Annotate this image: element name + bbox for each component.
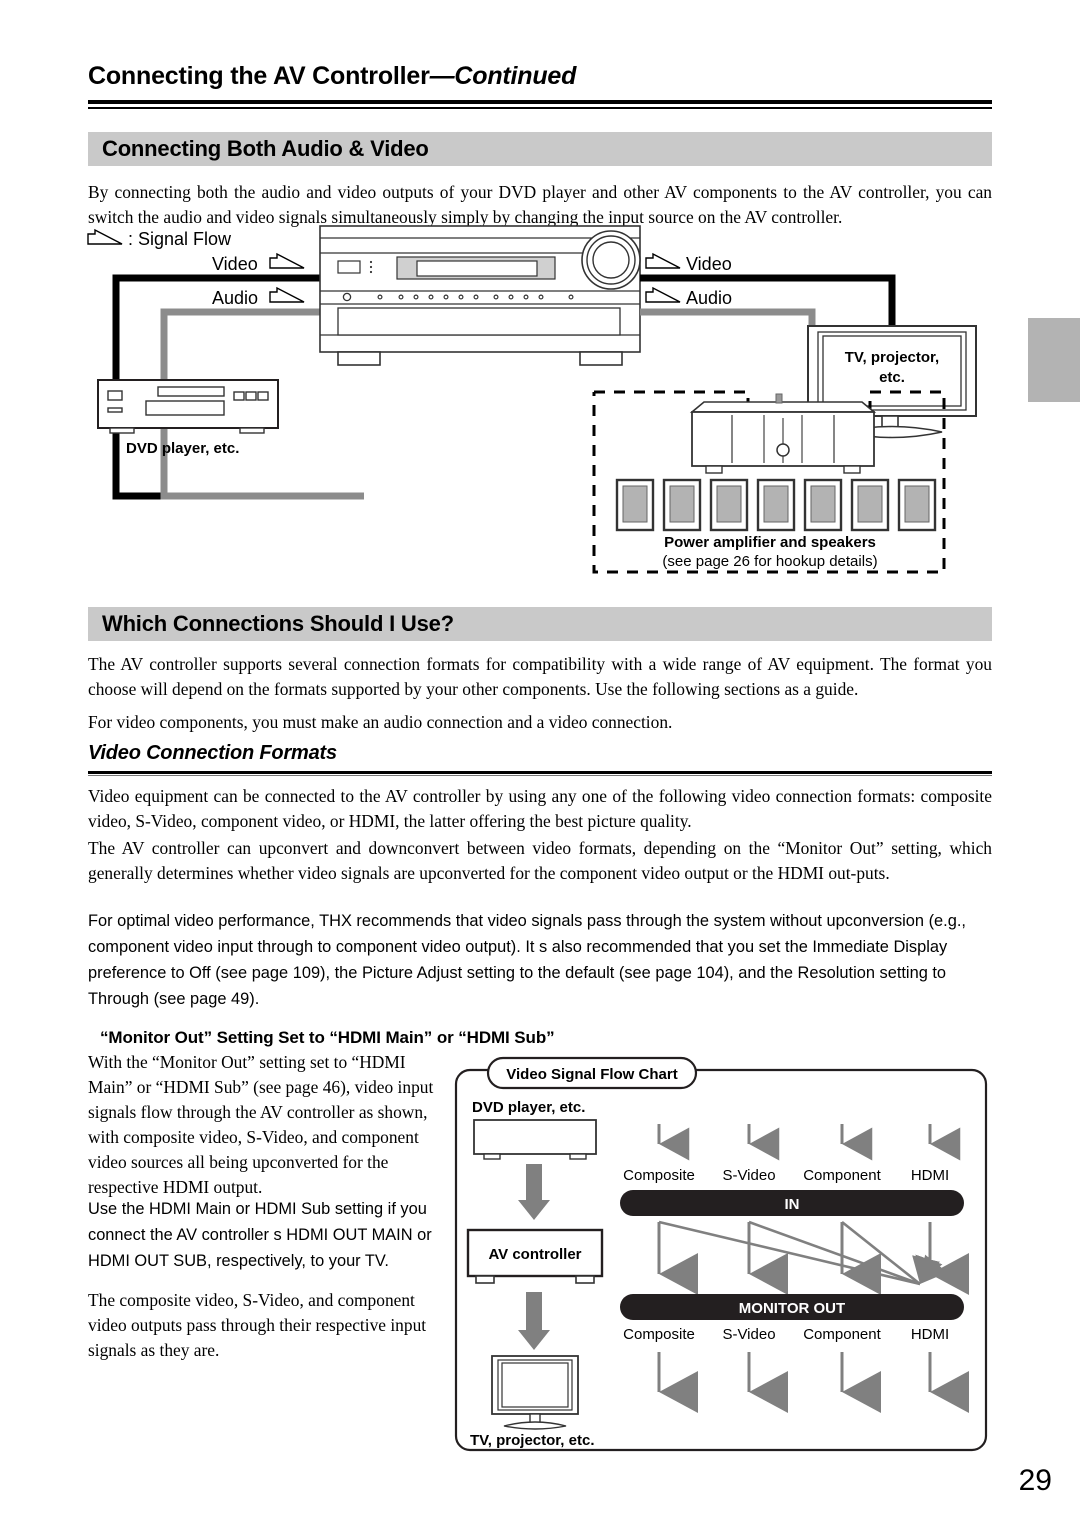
section-header-connecting-both: Connecting Both Audio & Video [88, 132, 992, 166]
legend-signal-flow: : Signal Flow [87, 229, 232, 249]
page-number: 29 [1018, 1464, 1052, 1497]
in-port-label-2: Component [803, 1167, 881, 1184]
running-head-title: Connecting the AV Controller [88, 62, 430, 90]
subhead-video-connection-formats: Video Connection Formats [88, 742, 337, 764]
audio-label-right: Audio [686, 288, 732, 308]
subhead-rule-thick [88, 771, 992, 774]
flow-passthrough-arrows [657, 1222, 969, 1295]
video-label-right: Video [686, 254, 732, 274]
flow-arrow-device-to-sink [518, 1292, 550, 1350]
flow-sink-label: TV, projector, etc. [470, 1432, 595, 1449]
flow-dvd-illustration [473, 1119, 597, 1160]
section2-paragraph-1: The AV controller supports several conne… [88, 654, 992, 699]
video-signal-flow-chart: Video Signal Flow Chart DVD player, etc.… [452, 1056, 992, 1456]
monitor-out-paragraph-b: Use the HDMI Main or HDMI Sub setting if… [88, 1200, 432, 1270]
power-amp-sublabel: (see page 26 for hookup details) [662, 553, 877, 570]
in-bar-label: IN [785, 1196, 800, 1213]
audio-label-left: Audio [212, 288, 258, 308]
monitor-out-bar-label: MONITOR OUT [739, 1300, 845, 1317]
av-receiver-illustration [319, 225, 641, 366]
in-port-label-1: S-Video [722, 1167, 775, 1184]
dvd-player-illustration [97, 379, 279, 434]
flow-in-feed-arrows [657, 1124, 961, 1161]
in-port-label-0: Composite [623, 1167, 695, 1184]
subhead-rule-thin [88, 775, 992, 776]
flow-upconvert-arrows [658, 1220, 948, 1286]
in-port-label-3: HDMI [911, 1167, 949, 1184]
tv-label-line1: TV, projector, [845, 349, 939, 366]
document-page: Connecting the AV Controller—Continued C… [0, 0, 1080, 1526]
flow-chart-title: Video Signal Flow Chart [506, 1066, 677, 1083]
flow-out-feed-arrows [657, 1352, 969, 1413]
section-title-2: Which Connections Should I Use? [102, 611, 454, 636]
svg-text:: Signal Flow: : Signal Flow [128, 229, 232, 249]
section2-paragraph-thx: For optimal video performance, THX recom… [88, 912, 966, 1008]
running-head: Connecting the AV Controller—Continued [88, 62, 992, 91]
video-label-left: Video [212, 254, 258, 274]
section2-paragraph-2: For video components, you must make an a… [88, 712, 673, 732]
out-port-label-1: S-Video [722, 1326, 775, 1343]
section-header-which-connections: Which Connections Should I Use? [88, 607, 992, 641]
monitor-out-paragraph-a: With the “Monitor Out” setting set to “H… [88, 1052, 434, 1197]
out-port-label-3: HDMI [911, 1326, 949, 1343]
section2-paragraph-4: The AV controller can upconvert and down… [88, 838, 992, 883]
monitor-out-paragraph-c: The composite video, S-Video, and compon… [88, 1290, 427, 1360]
power-amp-label: Power amplifier and speakers [664, 534, 876, 551]
running-head-continued: —Continued [429, 62, 577, 90]
monitor-out-heading: “Monitor Out” Setting Set to “HDMI Main”… [100, 1028, 555, 1047]
flow-tv-illustration [491, 1355, 579, 1430]
section-title-1: Connecting Both Audio & Video [102, 136, 429, 161]
side-thumb-tab [1028, 318, 1080, 402]
speakers-row [615, 478, 937, 532]
header-rule-thin [88, 107, 992, 109]
flow-source-label: DVD player, etc. [472, 1099, 585, 1116]
flow-device-label: AV controller [488, 1246, 581, 1263]
out-port-label-0: Composite [623, 1326, 695, 1343]
power-amplifier-illustration [689, 393, 877, 474]
out-port-label-2: Component [803, 1326, 881, 1343]
dvd-player-label: DVD player, etc. [126, 440, 239, 457]
connection-diagram: : Signal Flow Video Audio DVD player, et… [84, 222, 996, 594]
section2-paragraph-3: Video equipment can be connected to the … [88, 786, 992, 831]
flow-av-controller-illustration: AV controller [466, 1228, 604, 1284]
flow-arrow-source-to-device [518, 1164, 550, 1220]
tv-label-line2: etc. [879, 369, 905, 386]
header-rule-thick [88, 100, 992, 104]
